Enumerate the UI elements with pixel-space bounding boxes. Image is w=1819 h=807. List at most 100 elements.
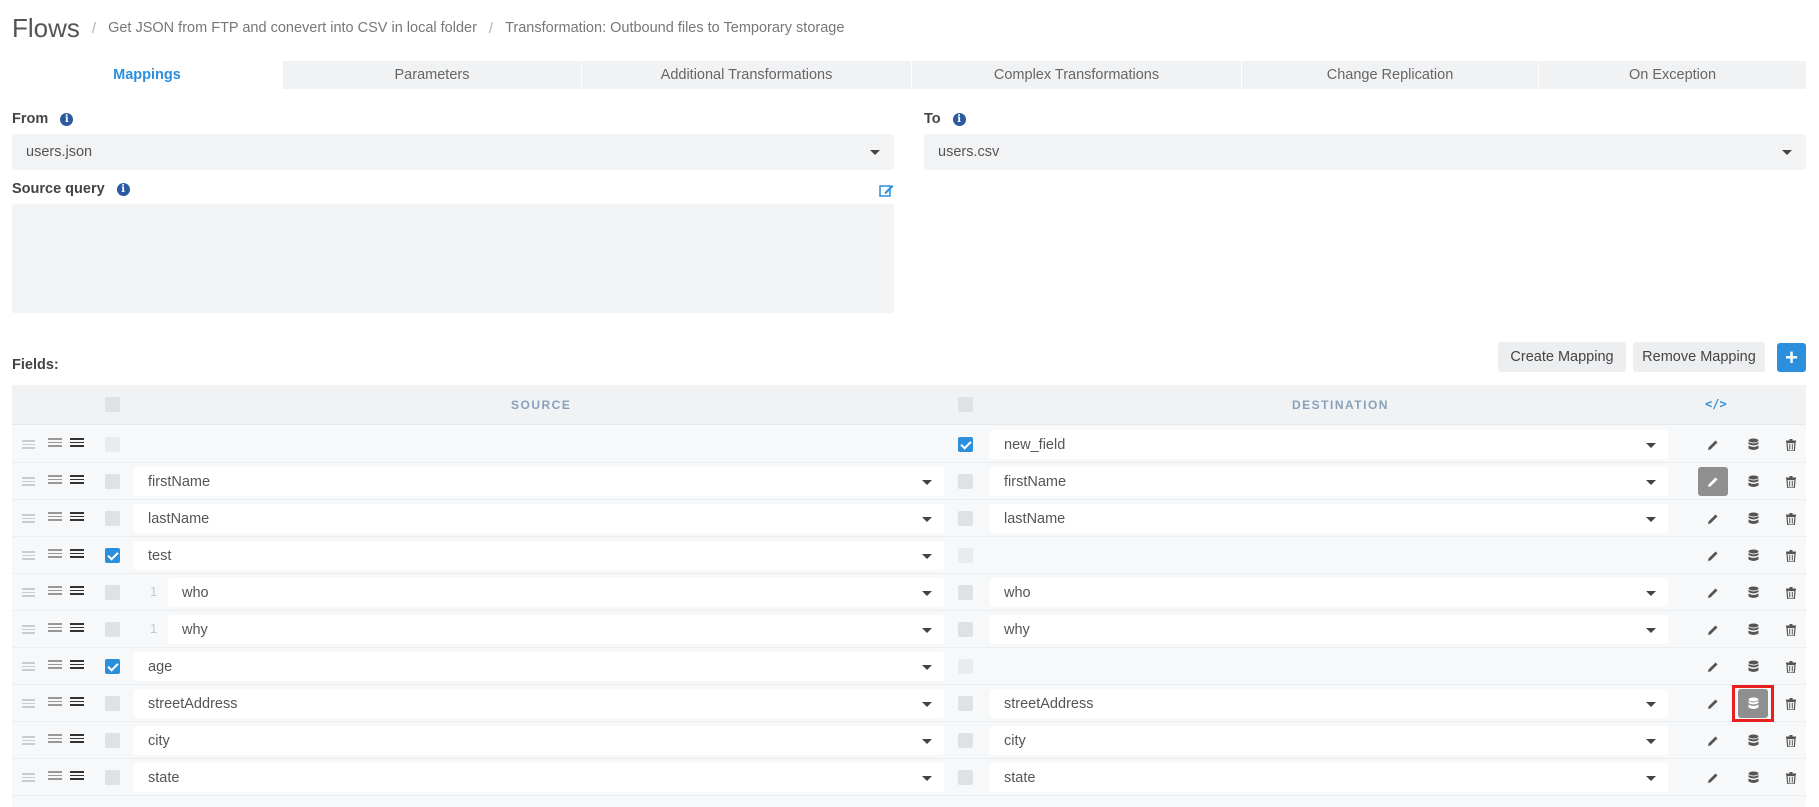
drag-handle-icon[interactable] — [22, 551, 35, 560]
delete-mapping-button[interactable] — [1776, 652, 1806, 681]
drag-handle-icon[interactable] — [22, 662, 35, 671]
tab-parameters[interactable]: Parameters — [282, 61, 581, 89]
source-field-select[interactable]: why — [168, 615, 944, 644]
edit-mapping-button[interactable] — [1698, 726, 1728, 755]
edit-mapping-button[interactable] — [1698, 541, 1728, 570]
destination-checkbox[interactable] — [958, 474, 973, 489]
database-button[interactable] — [1738, 763, 1768, 792]
code-icon[interactable]: </> — [1705, 397, 1727, 411]
database-button[interactable] — [1732, 685, 1774, 722]
remove-mapping-button[interactable]: Remove Mapping — [1633, 342, 1765, 372]
drag-handle-icon[interactable] — [22, 699, 35, 708]
edit-mapping-button[interactable] — [1698, 504, 1728, 533]
outdent-icon[interactable] — [48, 623, 62, 635]
source-field-select[interactable]: age — [134, 652, 944, 681]
edit-query-icon[interactable] — [879, 183, 894, 198]
database-button[interactable] — [1738, 467, 1768, 496]
drag-handle-icon[interactable] — [22, 588, 35, 597]
delete-mapping-button[interactable] — [1776, 578, 1806, 607]
destination-checkbox[interactable] — [958, 770, 973, 785]
indent-icon[interactable] — [70, 660, 84, 672]
indent-icon[interactable] — [70, 771, 84, 783]
select-all-destination-checkbox[interactable] — [958, 397, 973, 412]
edit-mapping-button[interactable] — [1698, 652, 1728, 681]
database-button[interactable] — [1738, 504, 1768, 533]
outdent-icon[interactable] — [48, 438, 62, 450]
edit-mapping-button[interactable] — [1698, 615, 1728, 644]
destination-field-select[interactable]: state — [990, 763, 1668, 792]
destination-checkbox[interactable] — [958, 437, 973, 452]
destination-checkbox[interactable] — [958, 548, 973, 563]
from-select[interactable]: users.json — [12, 134, 894, 170]
source-checkbox[interactable] — [105, 770, 120, 785]
source-checkbox[interactable] — [105, 437, 120, 452]
destination-field-select[interactable]: lastName — [990, 504, 1668, 533]
destination-field-select[interactable]: city — [990, 726, 1668, 755]
destination-field-select[interactable]: streetAddress — [990, 689, 1668, 718]
destination-field-select[interactable]: new_field — [990, 430, 1668, 459]
source-checkbox[interactable] — [105, 548, 120, 563]
outdent-icon[interactable] — [48, 697, 62, 709]
source-query-input[interactable] — [12, 204, 894, 313]
destination-field-select[interactable]: firstName — [990, 467, 1668, 496]
destination-field-select[interactable]: why — [990, 615, 1668, 644]
source-field-select[interactable]: who — [168, 578, 944, 607]
source-field-select[interactable]: city — [134, 726, 944, 755]
select-all-source-checkbox[interactable] — [105, 397, 120, 412]
delete-mapping-button[interactable] — [1776, 726, 1806, 755]
tab-change-replication[interactable]: Change Replication — [1241, 61, 1538, 89]
database-button[interactable] — [1738, 615, 1768, 644]
outdent-icon[interactable] — [48, 660, 62, 672]
indent-icon[interactable] — [70, 697, 84, 709]
indent-icon[interactable] — [70, 475, 84, 487]
outdent-icon[interactable] — [48, 549, 62, 561]
outdent-icon[interactable] — [48, 734, 62, 746]
indent-icon[interactable] — [70, 586, 84, 598]
outdent-icon[interactable] — [48, 586, 62, 598]
tab-complex-transformations[interactable]: Complex Transformations — [911, 61, 1241, 89]
drag-handle-icon[interactable] — [22, 773, 35, 782]
edit-mapping-button[interactable] — [1698, 467, 1728, 496]
info-icon[interactable]: i — [60, 112, 74, 126]
database-button[interactable] — [1738, 541, 1768, 570]
indent-icon[interactable] — [70, 549, 84, 561]
tab-on-exception[interactable]: On Exception — [1538, 61, 1806, 89]
edit-mapping-button[interactable] — [1698, 763, 1728, 792]
destination-checkbox[interactable] — [958, 659, 973, 674]
source-field-select[interactable]: firstName — [134, 467, 944, 496]
breadcrumb-item-flow[interactable]: Get JSON from FTP and conevert into CSV … — [108, 20, 477, 36]
database-button[interactable] — [1738, 430, 1768, 459]
destination-checkbox[interactable] — [958, 696, 973, 711]
delete-mapping-button[interactable] — [1776, 689, 1806, 718]
delete-mapping-button[interactable] — [1776, 467, 1806, 496]
source-checkbox[interactable] — [105, 511, 120, 526]
drag-handle-icon[interactable] — [22, 440, 35, 449]
indent-icon[interactable] — [70, 623, 84, 635]
delete-mapping-button[interactable] — [1776, 541, 1806, 570]
info-icon[interactable]: i — [116, 182, 130, 196]
source-checkbox[interactable] — [105, 696, 120, 711]
delete-mapping-button[interactable] — [1776, 615, 1806, 644]
source-checkbox[interactable] — [105, 733, 120, 748]
tab-mappings[interactable]: Mappings — [12, 61, 282, 89]
database-button[interactable] — [1738, 578, 1768, 607]
destination-checkbox[interactable] — [958, 585, 973, 600]
destination-field-select[interactable]: who — [990, 578, 1668, 607]
outdent-icon[interactable] — [48, 475, 62, 487]
breadcrumb-root[interactable]: Flows — [12, 13, 80, 44]
drag-handle-icon[interactable] — [22, 477, 35, 486]
indent-icon[interactable] — [70, 512, 84, 524]
database-button[interactable] — [1738, 726, 1768, 755]
source-field-select[interactable]: test — [134, 541, 944, 570]
destination-checkbox[interactable] — [958, 622, 973, 637]
destination-checkbox[interactable] — [958, 511, 973, 526]
source-field-select[interactable]: state — [134, 763, 944, 792]
source-checkbox[interactable] — [105, 474, 120, 489]
indent-icon[interactable] — [70, 734, 84, 746]
destination-checkbox[interactable] — [958, 733, 973, 748]
delete-mapping-button[interactable] — [1776, 430, 1806, 459]
source-checkbox[interactable] — [105, 585, 120, 600]
source-checkbox[interactable] — [105, 659, 120, 674]
create-mapping-button[interactable]: Create Mapping — [1498, 342, 1626, 372]
drag-handle-icon[interactable] — [22, 736, 35, 745]
